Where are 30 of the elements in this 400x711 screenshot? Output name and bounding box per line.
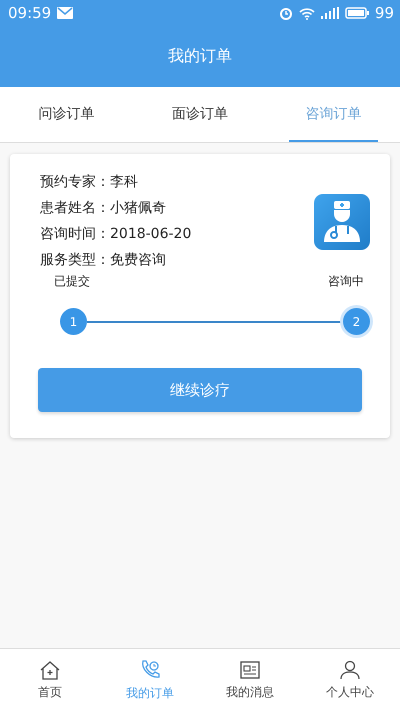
battery-level: 99 — [374, 4, 394, 22]
wifi-icon — [298, 6, 315, 20]
field-value: 2018-06-20 — [110, 226, 192, 242]
step-label: 咨询中 — [328, 273, 364, 290]
message-card-icon — [239, 660, 261, 680]
status-time: 09:59 — [8, 4, 52, 22]
battery-icon — [344, 7, 369, 19]
order-tab[interactable]: 问诊订单 — [22, 87, 112, 142]
field-label: 服务类型： — [40, 252, 110, 268]
field-value: 免费咨询 — [110, 252, 166, 268]
step-label: 已提交 — [54, 273, 90, 290]
alarm-icon — [278, 6, 293, 20]
nav-item[interactable]: 我的消息 — [200, 649, 300, 711]
field-value: 小猪佩奇 — [110, 200, 166, 216]
mail-icon — [57, 7, 74, 19]
field-label: 预约专家： — [40, 174, 110, 190]
home-icon — [39, 660, 61, 680]
field-value: 李科 — [110, 174, 138, 190]
field-label: 患者姓名： — [40, 200, 110, 216]
order-tab[interactable]: 面诊订单 — [155, 87, 245, 142]
page-title: 我的订单 — [168, 46, 232, 67]
person-icon — [339, 660, 361, 680]
step-circle: 1 — [60, 308, 87, 335]
step-circle: 2 — [343, 308, 370, 335]
phone-clock-icon — [139, 658, 161, 680]
nav-item[interactable]: 个人中心 — [300, 649, 400, 711]
nav-item[interactable]: 首页 — [0, 649, 100, 711]
field-label: 咨询时间： — [40, 226, 110, 242]
doctor-icon — [314, 194, 370, 250]
signal-icon — [320, 7, 339, 19]
